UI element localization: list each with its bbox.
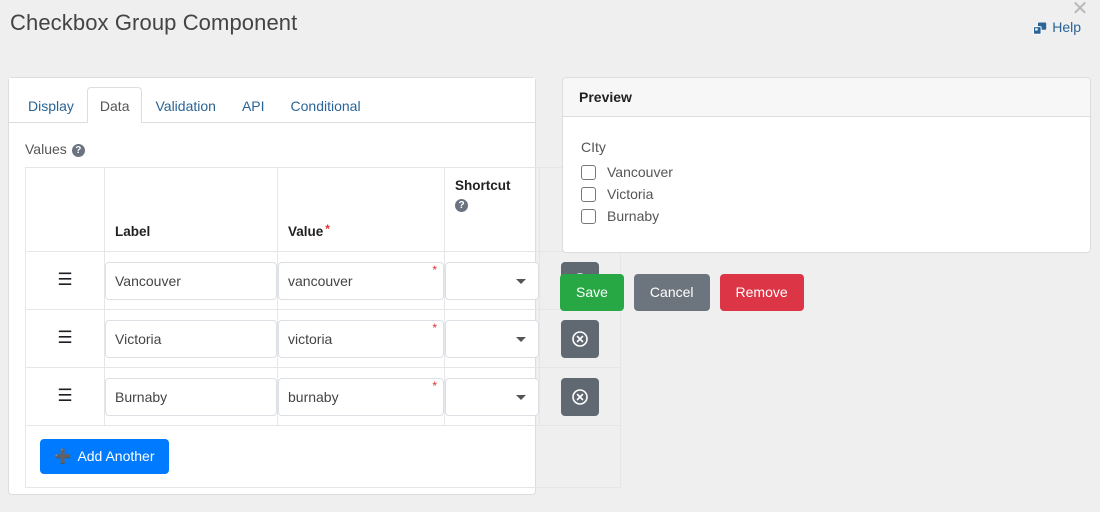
- preview-panel: Preview CIty Vancouver Victoria Burnaby: [562, 77, 1091, 253]
- label-input[interactable]: [105, 261, 277, 300]
- column-header-value-text: Value: [288, 224, 324, 239]
- row-action-cell: [539, 309, 621, 368]
- tab-conditional[interactable]: Conditional: [278, 87, 374, 123]
- column-header-handle: [25, 167, 105, 252]
- table-row: ☰ *: [25, 251, 621, 310]
- values-table: Label Value * Shortcut ? ☰ Vancouver van…: [25, 167, 621, 488]
- tab-data[interactable]: Data: [86, 87, 143, 123]
- checkbox-label-vancouver[interactable]: Vancouver: [607, 164, 673, 180]
- label-input[interactable]: [105, 319, 277, 358]
- checkbox-label-burnaby[interactable]: Burnaby: [607, 208, 659, 224]
- checkbox-victoria[interactable]: [581, 186, 596, 202]
- table-row: ☰ *: [25, 367, 621, 426]
- add-another-cell: ➕ Add Another: [25, 425, 621, 488]
- required-asterisk: *: [325, 222, 330, 236]
- chevron-down-icon: [516, 278, 526, 284]
- preview-checkbox-row[interactable]: Vancouver: [579, 164, 1074, 180]
- remove-row-button[interactable]: [561, 319, 599, 358]
- chevron-down-icon: [516, 336, 526, 342]
- column-header-value: Value *: [277, 167, 445, 252]
- preview-panel-title: Preview: [563, 78, 1090, 117]
- value-input[interactable]: [278, 319, 444, 358]
- save-button[interactable]: Save: [560, 274, 624, 311]
- bars-drag-handle-icon[interactable]: ☰: [57, 330, 72, 347]
- label-input[interactable]: [105, 377, 277, 416]
- question-circle-icon[interactable]: ?: [71, 143, 85, 157]
- required-asterisk: *: [432, 262, 437, 277]
- tab-validation[interactable]: Validation: [142, 87, 228, 123]
- column-header-label: Label: [104, 167, 278, 252]
- shortcut-select[interactable]: [445, 261, 539, 300]
- table-header-row: Label Value * Shortcut ?: [25, 167, 621, 252]
- bars-drag-handle-icon[interactable]: ☰: [57, 388, 72, 405]
- page-title: Checkbox Group Component: [10, 10, 298, 35]
- row-shortcut-cell: [444, 309, 540, 368]
- times-circle-icon: [572, 330, 588, 347]
- row-action-cell: [539, 367, 621, 426]
- required-asterisk: *: [432, 378, 437, 393]
- add-another-button[interactable]: ➕ Add Another: [40, 439, 169, 474]
- table-row: ☰ *: [25, 309, 621, 368]
- values-table-header: Label Value * Shortcut ?: [25, 167, 621, 252]
- cancel-button[interactable]: Cancel: [633, 274, 710, 311]
- preview-panel-body: CIty Vancouver Victoria Burnaby: [563, 117, 1090, 252]
- clone-icon: [1033, 22, 1047, 35]
- column-header-shortcut-text: Shortcut: [455, 178, 511, 193]
- row-drag-cell[interactable]: ☰: [25, 309, 105, 368]
- preview-checkbox-row[interactable]: Burnaby: [579, 208, 1074, 224]
- help-link[interactable]: Help: [1033, 19, 1081, 35]
- add-another-label: Add Another: [77, 448, 155, 464]
- data-tab-panel: Values ? Label Value * Shortcut ? ☰ Vanc…: [9, 123, 621, 498]
- checkbox-label-victoria[interactable]: Victoria: [607, 186, 653, 202]
- row-label-cell: [104, 251, 278, 310]
- remove-row-button[interactable]: [561, 377, 599, 416]
- row-shortcut-cell: [444, 367, 540, 426]
- required-asterisk: *: [432, 320, 437, 335]
- row-drag-cell[interactable]: ☰: [25, 367, 105, 426]
- shortcut-select[interactable]: [445, 319, 539, 358]
- row-label-cell: [104, 309, 278, 368]
- preview-field-label: CIty: [581, 139, 606, 155]
- help-label: Help: [1052, 19, 1081, 35]
- chevron-down-icon: [516, 394, 526, 400]
- row-value-cell: *: [277, 251, 445, 310]
- page-header: Checkbox Group Component Help ✕: [0, 0, 1100, 60]
- value-input[interactable]: [278, 377, 444, 416]
- row-value-cell: *: [277, 367, 445, 426]
- tab-bar: Display Data Validation API Conditional: [9, 78, 535, 123]
- checkbox-vancouver[interactable]: [581, 164, 596, 180]
- value-input[interactable]: [278, 261, 444, 300]
- times-circle-icon: [572, 388, 588, 405]
- shortcut-question-circle-icon[interactable]: ?: [455, 199, 468, 212]
- values-table-body: ☰ *: [25, 251, 621, 488]
- row-value-cell: *: [277, 309, 445, 368]
- close-icon[interactable]: ✕: [1069, 0, 1091, 19]
- checkbox-burnaby[interactable]: [581, 208, 596, 224]
- row-shortcut-cell: [444, 251, 540, 310]
- preview-checkbox-row[interactable]: Victoria: [579, 186, 1074, 202]
- plus-icon: ➕: [54, 448, 72, 464]
- values-section-label: Values ?: [25, 141, 519, 157]
- component-edit-card: Display Data Validation API Conditional …: [8, 77, 621, 498]
- tab-api[interactable]: API: [229, 87, 278, 123]
- add-another-row: ➕ Add Another: [25, 425, 621, 488]
- tab-display[interactable]: Display: [15, 87, 87, 123]
- action-bar: Save Cancel Remove: [560, 274, 804, 311]
- column-header-shortcut: Shortcut ?: [444, 167, 540, 252]
- row-drag-cell[interactable]: ☰: [25, 251, 105, 310]
- bars-drag-handle-icon[interactable]: ☰: [57, 272, 72, 289]
- remove-button[interactable]: Remove: [719, 274, 804, 311]
- row-label-cell: [104, 367, 278, 426]
- shortcut-select[interactable]: [445, 377, 539, 416]
- values-label-text: Values: [25, 141, 67, 157]
